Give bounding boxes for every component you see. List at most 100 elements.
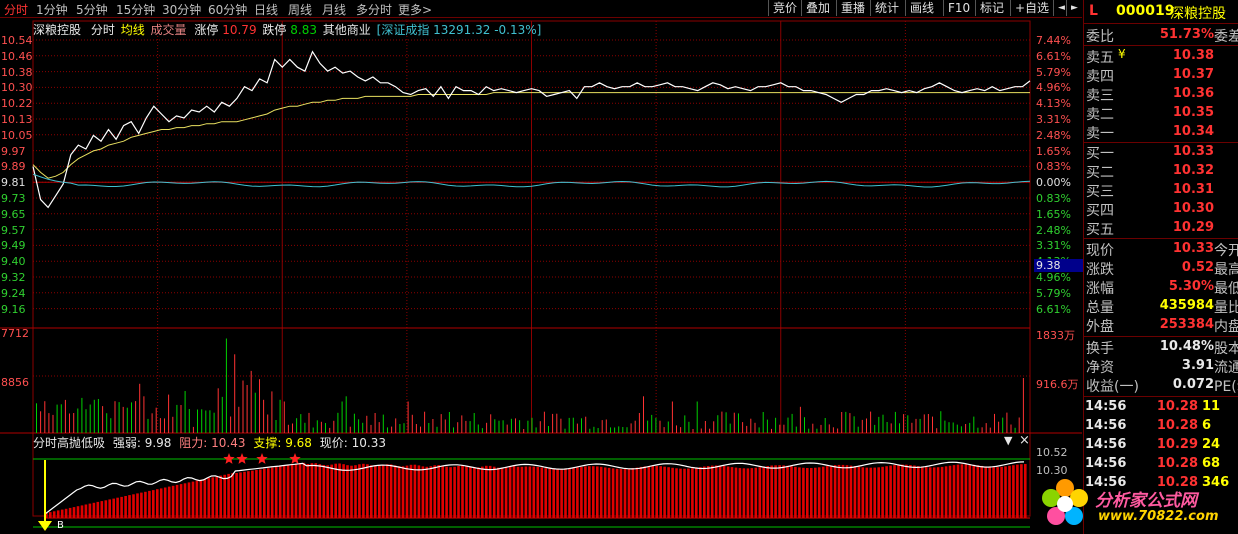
bid-level-price: 10.29 [1172, 220, 1214, 235]
percent-axis-label: 1.65% [1036, 207, 1071, 221]
volume-bar [655, 417, 657, 433]
indicator-bar [655, 465, 658, 518]
indicator-bar [560, 469, 563, 518]
auction-button[interactable]: 竞价 [768, 0, 801, 16]
volume-bar [254, 392, 256, 433]
volume-bar [515, 418, 516, 433]
indicator-bar [524, 466, 528, 518]
more-label: 更多 [398, 3, 423, 17]
volume-bar [188, 409, 190, 433]
price-axis-label: 10.30 [1, 81, 33, 95]
volume-bar [614, 427, 616, 433]
indicator-bar [267, 468, 270, 518]
buy-signal-marker [38, 460, 52, 531]
price-axis-label: 9.89 [1, 160, 26, 174]
indicator-close-icon[interactable]: × [1019, 433, 1030, 448]
period-tab-5min[interactable]: 5分钟 [76, 1, 108, 18]
indicator-bar [548, 468, 551, 518]
indicator-bar [64, 508, 68, 519]
chart-grid [0, 20, 1082, 528]
volume-bar [717, 415, 719, 433]
volume-bar [651, 414, 653, 433]
period-tab-60min[interactable]: 60分钟 [208, 1, 247, 18]
resist-label: 阻力: [179, 436, 208, 450]
ask-level-price: 10.35 [1172, 105, 1214, 120]
add-watchlist-button[interactable]: +自选 [1010, 0, 1053, 16]
indicator-bar [528, 466, 532, 518]
quote-panel: L 000019 深粮控股 委比 51.73% 委差 卖五 10.38 卖四 10.3… [1042, 0, 1238, 534]
indicator-bar [191, 481, 195, 518]
indicator-bar [584, 466, 587, 518]
intraday-chart[interactable] [0, 18, 1082, 534]
indicator-bar [171, 485, 175, 518]
indicator-bar [179, 484, 183, 518]
indicator-bar [512, 466, 516, 518]
volume-bar [370, 424, 372, 433]
indicator-bar [457, 466, 460, 518]
indicator-bar [810, 468, 813, 518]
indicator-bar [845, 465, 849, 518]
scroll-right-icon[interactable]: ► [1066, 0, 1082, 16]
period-tab-intraday[interactable]: 分时 [4, 1, 28, 18]
ask-level-price: 10.37 [1172, 67, 1214, 82]
indicator-bar [782, 465, 785, 518]
indicator-bar [294, 464, 298, 518]
indicator-bar [710, 465, 714, 518]
price-axis-label: 9.65 [1, 207, 26, 221]
period-tab-weekly[interactable]: 周线 [288, 1, 312, 18]
volume-bar [411, 414, 413, 433]
tick-volume: 11 [1202, 399, 1221, 414]
indicator-bar [243, 471, 246, 518]
period-tab-multi-day[interactable]: 多分时 [356, 1, 392, 18]
indicator-bar [481, 466, 484, 518]
indicator-bar [152, 490, 155, 518]
volume-bar [622, 427, 624, 433]
volume-bar [576, 423, 578, 433]
volume-bar [721, 411, 723, 433]
indicator-bar [504, 467, 508, 518]
period-tab-30min[interactable]: 30分钟 [162, 1, 201, 18]
period-tab-more[interactable]: 更多> [398, 1, 432, 18]
period-toolbar: 分时 1分钟 5分钟 15分钟 30分钟 60分钟 日线 周线 月线 多分时 更… [0, 0, 1082, 18]
period-tab-15min[interactable]: 15分钟 [116, 1, 155, 18]
period-tab-1min[interactable]: 1分钟 [36, 1, 68, 18]
volume-bar [1006, 412, 1008, 433]
indicator-bar [401, 466, 405, 518]
volume-bar [366, 415, 368, 433]
volume-bar [585, 416, 587, 433]
stats-button[interactable]: 统计 [870, 0, 903, 16]
volume-bar [638, 413, 640, 433]
volume-bar [853, 416, 855, 433]
period-tab-daily[interactable]: 日线 [254, 1, 278, 18]
indicator-bar [322, 465, 326, 518]
indicator-menu-icon[interactable]: ▼ [1004, 434, 1012, 447]
indicator-bar [996, 467, 999, 518]
volume-bar [634, 420, 636, 433]
mark-button[interactable]: 标记 [975, 0, 1008, 16]
overlay-button[interactable]: 叠加 [801, 0, 834, 16]
indicator-bar [940, 466, 944, 518]
period-tab-monthly[interactable]: 月线 [322, 1, 346, 18]
tick-time: 14:56 [1085, 418, 1127, 433]
indicator-bar [68, 507, 72, 518]
indicator-bar [496, 467, 500, 518]
volume-bar [337, 412, 339, 433]
draw-button[interactable]: 画线 [905, 0, 938, 16]
volume-bar [894, 411, 896, 433]
volume-bar [787, 417, 789, 433]
volume-bar [663, 427, 665, 433]
indicator-bar [699, 467, 702, 518]
volume-bar [97, 399, 99, 433]
volume-bar [750, 418, 752, 433]
volume-bar [985, 423, 987, 433]
indicator-bar [88, 503, 92, 518]
f10-button[interactable]: F10 [943, 0, 974, 16]
volume-bar [201, 409, 203, 433]
indicator-bar [865, 467, 869, 518]
replay-button[interactable]: 重播 [836, 0, 869, 16]
volume-bar [502, 420, 504, 433]
indicator-bar [889, 465, 892, 518]
indicator-bar [96, 501, 100, 518]
indicator-bar [350, 465, 353, 518]
indicator-bar [714, 465, 718, 518]
